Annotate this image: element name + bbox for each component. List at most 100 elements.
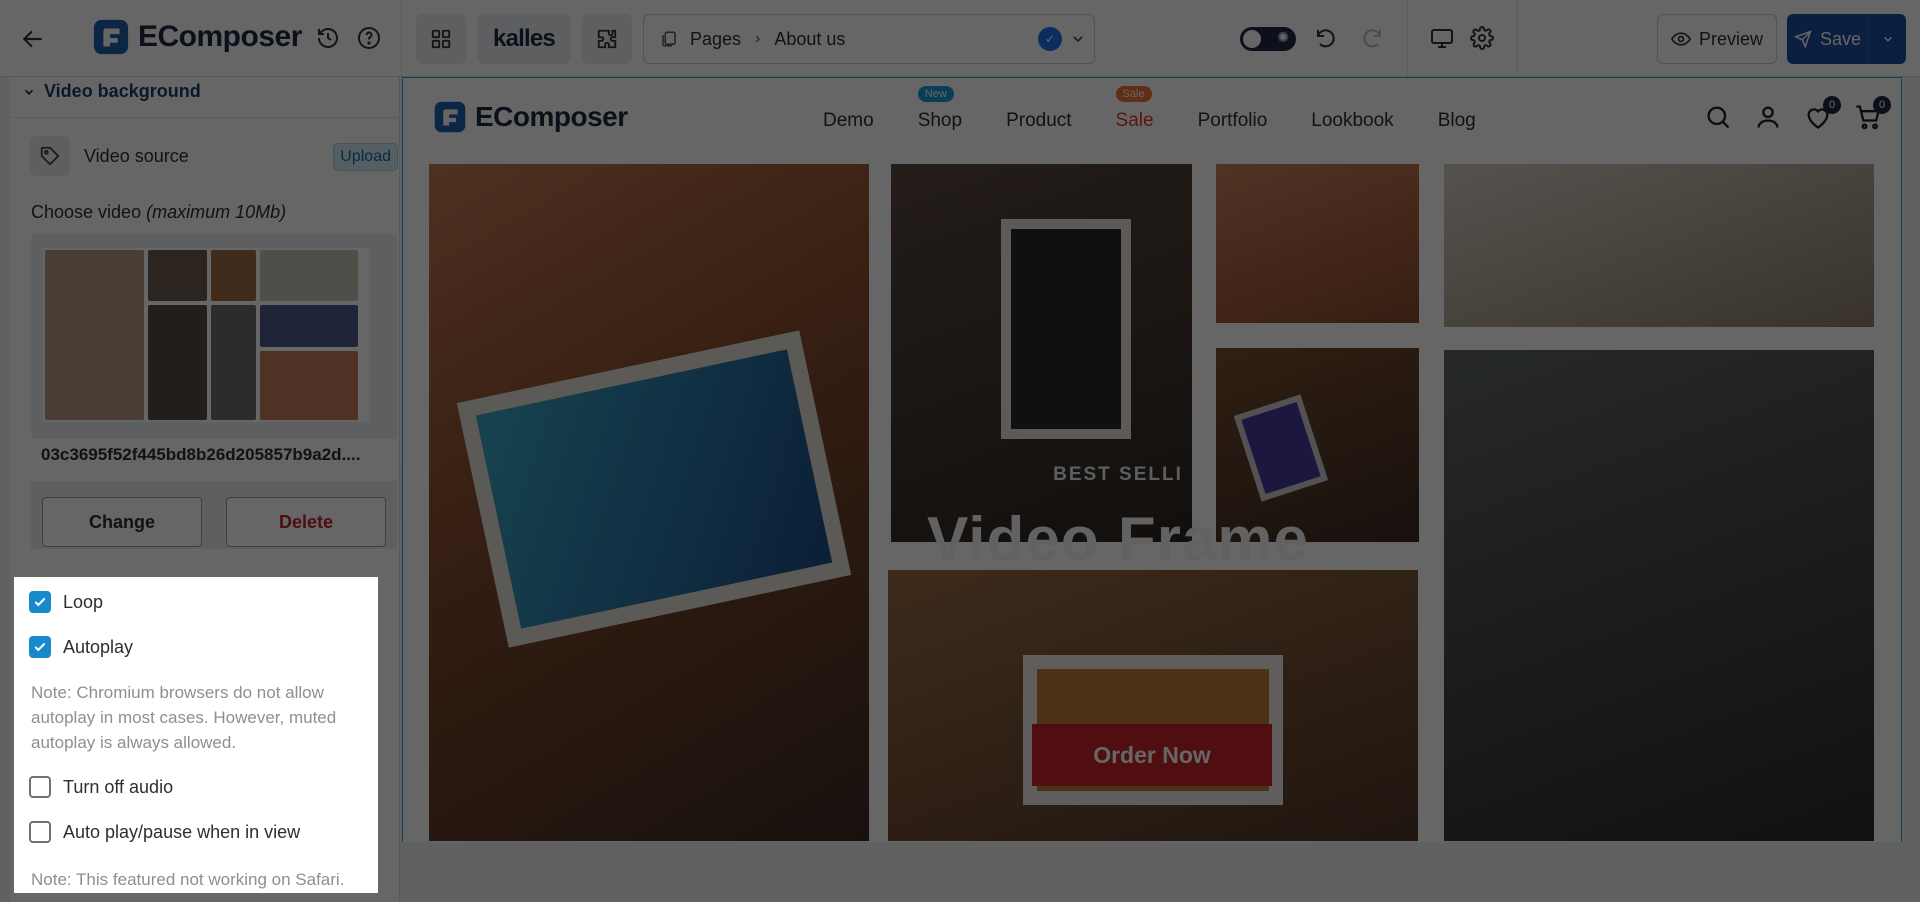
page-selector[interactable]: Pages › About us ✓ — [643, 14, 1095, 64]
turn-off-audio-label: Turn off audio — [63, 776, 174, 797]
nav-item-demo[interactable]: Demo — [823, 110, 874, 132]
hero-photo-flowers-frame — [1444, 350, 1874, 841]
turn-off-audio-option[interactable]: Turn off audio — [29, 776, 173, 798]
chevron-down-icon — [24, 89, 34, 95]
breadcrumb-page: About us — [774, 28, 846, 49]
nav-item-sale[interactable]: Sale Sale — [1115, 86, 1154, 132]
nav-item-lookbook[interactable]: Lookbook — [1311, 110, 1393, 132]
preview-label: Preview — [1698, 28, 1764, 49]
autoplay-option[interactable]: Autoplay — [29, 636, 133, 658]
sun-icon: ✺ — [1277, 29, 1289, 45]
cart-icon[interactable]: 0 — [1853, 96, 1891, 132]
undo-icon[interactable] — [1310, 22, 1342, 54]
pages-icon — [662, 31, 676, 47]
cart-count: 0 — [1873, 96, 1891, 114]
theme-name: kalles — [493, 25, 556, 52]
eye-icon — [1670, 32, 1691, 46]
section-title: Video background — [44, 81, 201, 101]
nav-item-shop[interactable]: New Shop — [917, 86, 962, 132]
toolbar-divider — [1517, 0, 1518, 77]
store-logo-text: EComposer — [475, 101, 628, 132]
toggle-knob — [1243, 30, 1261, 48]
section-divider — [10, 117, 400, 118]
nav-item-blog[interactable]: Blog — [1438, 110, 1476, 132]
save-main[interactable]: Save — [1787, 14, 1868, 64]
video-options-spotlight: Loop Autoplay Note: Chromium browsers do… — [14, 577, 378, 893]
autoplay-checkbox[interactable] — [29, 636, 51, 658]
hero-text: BEST SELLI Video Frame — [858, 464, 1378, 575]
auto-play-in-view-checkbox[interactable] — [29, 821, 51, 843]
ecomposer-logo-icon — [93, 19, 129, 55]
back-arrow-icon[interactable] — [14, 20, 52, 58]
hero-eyebrow: BEST SELLI — [1053, 464, 1183, 485]
search-icon[interactable] — [1703, 102, 1733, 132]
dark-mode-toggle[interactable]: ✺ — [1240, 27, 1296, 51]
video-source-row: Video source Upload — [30, 134, 398, 178]
delete-video-button[interactable]: Delete — [226, 497, 386, 547]
hero-photo-desk-frame — [1216, 164, 1419, 323]
nav-item-product[interactable]: Product — [1006, 110, 1071, 132]
video-thumbnail — [43, 248, 369, 422]
layout-grid-button[interactable] — [416, 14, 466, 64]
loop-checkbox[interactable] — [29, 591, 51, 613]
save-label: Save — [1819, 28, 1862, 49]
hero-title: Video Frame — [926, 505, 1309, 574]
auto-play-in-view-option[interactable]: Auto play/pause when in view — [29, 821, 300, 843]
video-thumbnail-box[interactable] — [31, 234, 397, 439]
send-icon — [1793, 30, 1812, 48]
help-icon[interactable] — [353, 22, 385, 54]
redo-icon[interactable] — [1356, 22, 1388, 54]
tag-icon — [30, 136, 70, 176]
order-now-button[interactable]: Order Now — [1032, 724, 1272, 786]
desktop-view-icon[interactable] — [1426, 22, 1458, 54]
breadcrumb-chevron-icon: › — [755, 30, 761, 47]
account-icon[interactable] — [1753, 102, 1783, 132]
theme-button[interactable]: kalles — [477, 14, 571, 64]
header-icons: 0 0 — [1703, 96, 1891, 132]
published-status-icon: ✓ — [1038, 27, 1062, 51]
change-video-button[interactable]: Change — [42, 497, 202, 547]
app-name: EComposer — [138, 20, 302, 53]
store-header: EComposer Demo New Shop Product Sale Sal… — [403, 78, 1901, 164]
toolbar-divider — [401, 0, 402, 77]
wishlist-heart-icon[interactable]: 0 — [1803, 96, 1841, 132]
puzzle-icon — [597, 29, 617, 49]
ecomposer-logo-icon — [434, 101, 466, 133]
top-toolbar: EComposer kalles Pages › About us ✓ ✺ Pr… — [0, 0, 1920, 77]
extensions-button[interactable] — [582, 14, 632, 64]
nav-item-portfolio[interactable]: Portfolio — [1198, 110, 1268, 132]
app-logo: EComposer — [92, 18, 302, 56]
video-actions: Change Delete — [31, 481, 397, 549]
safari-note: Note: This featured not working on Safar… — [31, 870, 345, 889]
video-background-section-toggle[interactable]: Video background — [22, 81, 201, 102]
chevron-down-icon — [1073, 36, 1083, 43]
save-button[interactable]: Save — [1787, 14, 1906, 64]
preview-button[interactable]: Preview — [1657, 14, 1777, 64]
max-size-hint: (maximum 10Mb) — [146, 202, 287, 222]
page-preview-canvas[interactable]: EComposer Demo New Shop Product Sale Sal… — [402, 77, 1902, 842]
auto-play-in-view-label: Auto play/pause when in view — [63, 821, 301, 842]
toolbar-divider — [1407, 0, 1408, 77]
sale-badge: Sale — [1115, 86, 1152, 102]
upload-button[interactable]: Upload — [333, 143, 398, 171]
hero-photo-sketch-frame — [1444, 164, 1874, 327]
new-badge: New — [917, 86, 954, 102]
turn-off-audio-checkbox[interactable] — [29, 776, 51, 798]
video-filename: 03c3695f52f445bd8b26d205857b9a2d.... — [41, 445, 361, 464]
wishlist-count: 0 — [1823, 96, 1841, 114]
breadcrumb-root: Pages — [690, 28, 742, 49]
video-source-label: Video source — [84, 145, 189, 166]
grid-icon — [431, 29, 451, 49]
autoplay-label: Autoplay — [63, 636, 134, 657]
video-hero-section[interactable]: BEST SELLI Video Frame Order Now — [403, 164, 1901, 842]
choose-video-label: Choose video (maximum 10Mb) — [31, 202, 287, 222]
store-nav: Demo New Shop Product Sale Sale Portfoli… — [823, 86, 1476, 132]
settings-gear-icon[interactable] — [1466, 22, 1498, 54]
hero-photo-dog-frame — [429, 164, 869, 841]
save-options-chevron-icon[interactable] — [1868, 14, 1906, 64]
history-icon[interactable] — [312, 22, 344, 54]
loop-label: Loop — [63, 591, 104, 612]
hero-photo-golden-dog-frame — [888, 570, 1418, 841]
store-logo[interactable]: EComposer — [433, 100, 628, 134]
loop-option[interactable]: Loop — [29, 591, 103, 613]
